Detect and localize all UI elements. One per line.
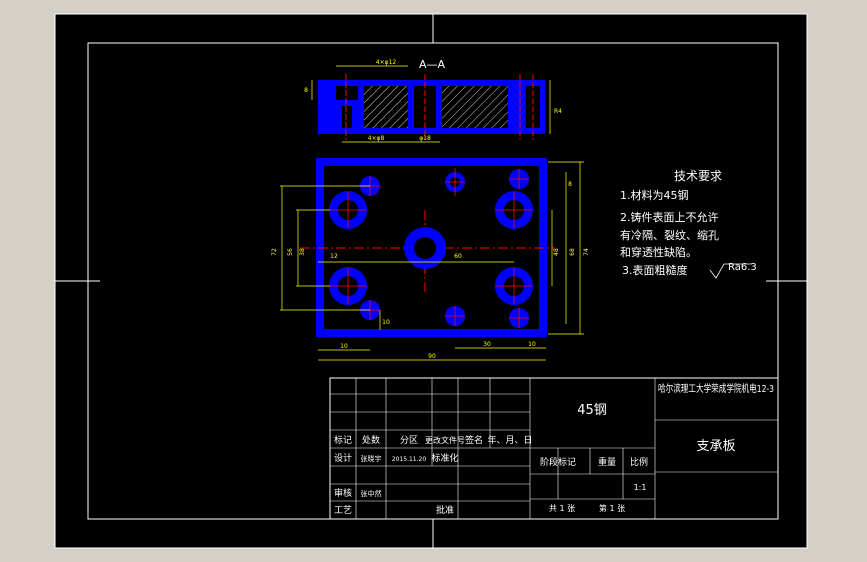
tb-material: 45钢 bbox=[577, 403, 607, 418]
small-hole-5 bbox=[445, 306, 465, 326]
large-hole-top-left bbox=[329, 191, 367, 229]
large-hole-bottom-right bbox=[495, 267, 533, 305]
dim-top-left: 8 bbox=[304, 87, 308, 94]
tb-h-scale: 比例 bbox=[630, 456, 648, 468]
dim-top-a: 4×φ12 bbox=[376, 59, 397, 66]
tb-h-process: 工艺 bbox=[334, 505, 352, 516]
counterbore-left bbox=[336, 86, 358, 100]
large-hole-bottom-left bbox=[329, 267, 367, 305]
tb-h-doc: 更改文件号 bbox=[425, 435, 465, 445]
tb-h-std: 标准化 bbox=[431, 452, 458, 464]
drawing-sheet: A—A 4×φ12 4×φ8 φ18 8 R4 72 56 38 74 68 4… bbox=[54, 13, 808, 549]
large-hole-top-right bbox=[495, 191, 533, 229]
dim-right-outer: 74 bbox=[583, 248, 590, 256]
dim-center-left: 12 bbox=[330, 253, 338, 260]
dim-right-mid: 68 bbox=[569, 248, 576, 256]
dim-right-inner: 48 bbox=[553, 248, 560, 256]
tech-item-2: 2.铸件表面上不允许 bbox=[620, 210, 719, 224]
title-block: 45钢 哈尔滨理工大学荣成学院机电12-3 支承板 1:1 标记 处数 分区 更… bbox=[329, 377, 779, 520]
tb-h-count: 处数 bbox=[362, 434, 380, 446]
tb-sheets-total: 共 1 张 bbox=[549, 504, 575, 513]
tech-title: 技术要求 bbox=[674, 169, 722, 183]
tb-h-sign: 签名 bbox=[465, 434, 483, 446]
tb-h-approve: 批准 bbox=[436, 504, 454, 516]
roughness-value: Ra6.3 bbox=[728, 262, 757, 273]
dim-right-small: 8 bbox=[568, 181, 572, 188]
tb-h-design: 设计 bbox=[334, 452, 352, 464]
tb-h-zone: 分区 bbox=[400, 435, 418, 446]
tb-h-weight: 重量 bbox=[598, 456, 616, 468]
dim-bottom-right-a: 30 bbox=[483, 341, 491, 348]
tb-part-name: 支承板 bbox=[696, 439, 735, 454]
tb-design-date: 2015.11.20 bbox=[392, 456, 427, 463]
hatch-area-1 bbox=[364, 86, 408, 128]
small-hole-6 bbox=[509, 308, 529, 328]
tech-item-3: 有冷隔、裂纹、缩孔 bbox=[620, 228, 719, 242]
dim-bottom-right-b: 10 bbox=[528, 341, 536, 348]
tb-school: 哈尔滨理工大学荣成学院机电12-3 bbox=[658, 382, 774, 395]
tb-h-mark: 标记 bbox=[334, 434, 352, 446]
tb-h-review: 审核 bbox=[334, 487, 352, 499]
dim-left-mid: 56 bbox=[287, 248, 294, 256]
dim-top-right: R4 bbox=[554, 108, 562, 115]
dim-left-outer: 72 bbox=[271, 248, 278, 256]
tb-h-stage: 阶段标记 bbox=[540, 456, 576, 468]
section-label: A—A bbox=[419, 58, 446, 71]
center-bore-hole bbox=[404, 227, 446, 269]
dim-bottom-total: 90 bbox=[428, 353, 436, 360]
dim-bottom-left: 10 bbox=[340, 343, 348, 350]
bolt-hole-left bbox=[342, 106, 352, 128]
tech-item-5: 3.表面粗糙度 bbox=[622, 263, 688, 277]
tech-item-1: 1.材料为45钢 bbox=[620, 188, 689, 202]
cad-drawing-canvas: A—A 4×φ12 4×φ8 φ18 8 R4 72 56 38 74 68 4… bbox=[0, 0, 867, 562]
tech-item-4: 和穿透性缺陷。 bbox=[620, 245, 697, 259]
small-hole-3 bbox=[509, 169, 529, 189]
tb-designer: 张晓宇 bbox=[361, 454, 382, 463]
dim-top-b: 4×φ8 bbox=[368, 135, 385, 142]
tb-reviewer: 张中然 bbox=[361, 489, 382, 498]
dim-left-inner: 38 bbox=[299, 248, 306, 256]
dim-top-c: φ18 bbox=[419, 135, 431, 142]
hatch-area-2 bbox=[442, 86, 508, 128]
tb-sheet-no: 第 1 张 bbox=[599, 503, 625, 513]
tb-h-date: 年、月、日 bbox=[487, 434, 532, 446]
tb-scale: 1:1 bbox=[634, 483, 647, 492]
plan-view: 72 56 38 74 68 48 8 12 60 10 10 90 30 10 bbox=[271, 158, 590, 361]
dim-bottom-small: 10 bbox=[382, 319, 390, 326]
dim-center-mid: 60 bbox=[454, 253, 462, 260]
